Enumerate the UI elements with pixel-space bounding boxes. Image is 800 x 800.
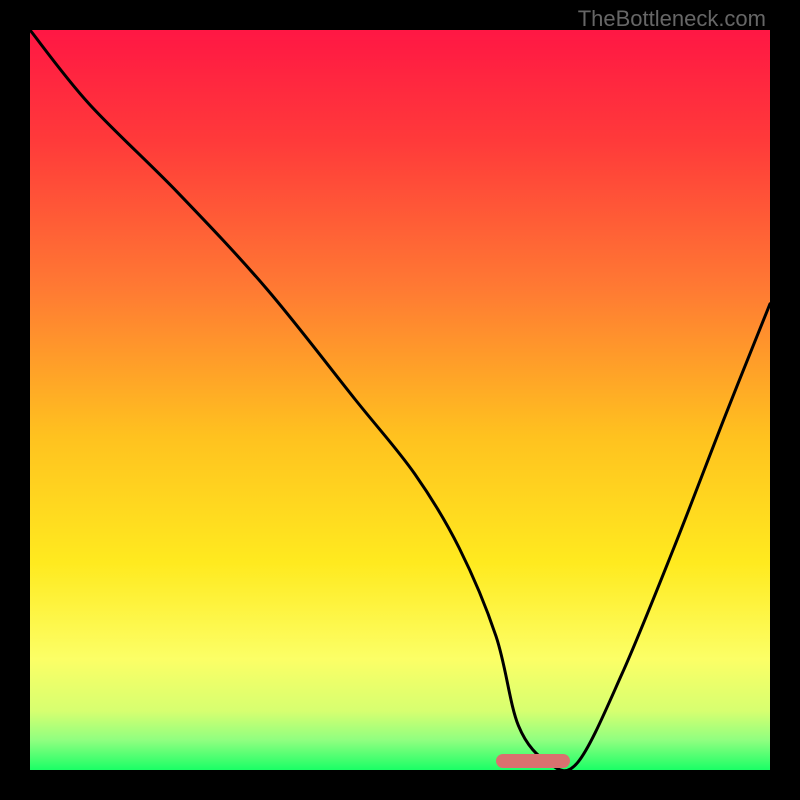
plot-area <box>30 30 770 770</box>
watermark-text: TheBottleneck.com <box>578 6 766 32</box>
bottleneck-curve <box>30 30 770 770</box>
bottleneck-chart: TheBottleneck.com <box>0 0 800 800</box>
optimal-marker <box>496 754 570 768</box>
curve-layer <box>30 30 770 770</box>
